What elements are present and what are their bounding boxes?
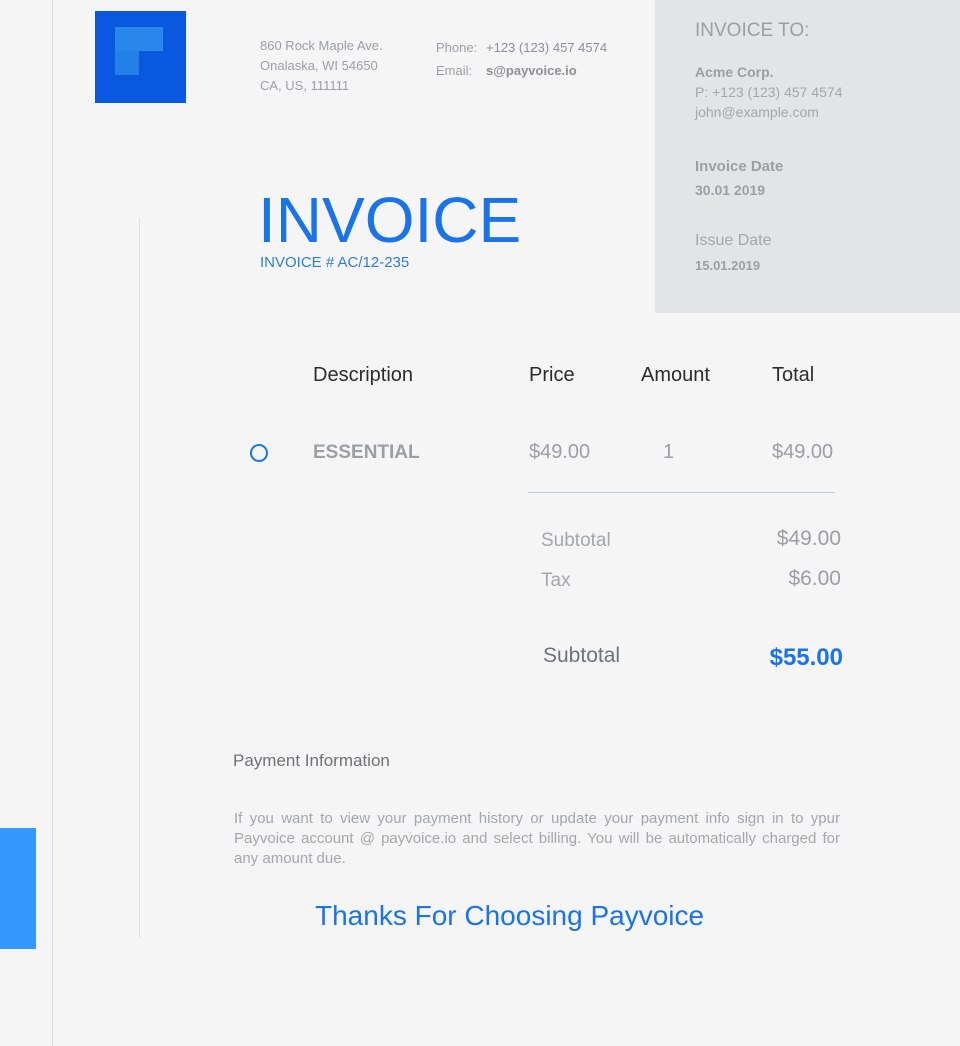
row-description: ESSENTIAL — [313, 442, 420, 463]
header-price: Price — [529, 364, 575, 386]
header-amount: Amount — [641, 364, 710, 386]
side-accent-bar — [0, 828, 36, 949]
row-total: $49.00 — [772, 441, 834, 463]
issue-date-label: Issue Date — [695, 232, 772, 249]
payment-info-title: Payment Information — [233, 751, 390, 770]
company-address: 860 Rock Maple Ave. Onalaska, WI 54650 C… — [260, 36, 383, 96]
thanks-message: Thanks For Choosing Payvoice — [315, 900, 705, 931]
phone-label: Phone: — [436, 40, 478, 55]
company-email[interactable]: s@payvoice.io — [486, 63, 577, 78]
table-divider — [528, 492, 835, 493]
invoice-title: INVOICE — [258, 184, 522, 256]
row-select-radio[interactable] — [250, 444, 268, 462]
total-label: Subtotal — [543, 644, 621, 667]
invoice-number: INVOICE # AC/12-235 — [260, 254, 410, 271]
company-contact: Phone: +123 (123) 457 4574 Email: s@payvoi… — [436, 36, 607, 82]
page-left-rule — [52, 0, 53, 1046]
tax-label: Tax — [541, 570, 571, 591]
email-label: Email: — [436, 63, 473, 78]
client-phone: P: +123 (123) 457 4574 — [695, 84, 843, 100]
company-phone: +123 (123) 457 4574 — [486, 40, 608, 55]
client-name: Acme Corp. — [695, 64, 774, 80]
header-description: Description — [313, 364, 414, 386]
invoice-date-label: Invoice Date — [695, 158, 784, 175]
subtotal-label: Subtotal — [541, 530, 611, 551]
row-amount: 1 — [663, 441, 675, 463]
subtotal-value: $49.00 — [776, 527, 841, 550]
issue-date: 15.01.2019 — [695, 258, 761, 273]
payment-info-text: If you want to view your payment history… — [234, 810, 840, 867]
address-line-1: 860 Rock Maple Ave. — [260, 38, 383, 53]
client-email[interactable]: john@example.com — [695, 104, 819, 120]
bill-to-title: INVOICE TO: — [695, 20, 810, 41]
header-total: Total — [772, 364, 815, 386]
address-line-3: CA, US, 111111 — [260, 78, 350, 93]
total-value: $55.00 — [769, 644, 843, 671]
address-line-2: Onalaska, WI 54650 — [260, 58, 378, 73]
invoice-date: 30.01 2019 — [695, 182, 766, 198]
company-logo — [95, 11, 186, 103]
content-left-rule — [139, 218, 140, 938]
row-price: $49.00 — [529, 441, 591, 463]
tax-value: $6.00 — [788, 567, 841, 590]
